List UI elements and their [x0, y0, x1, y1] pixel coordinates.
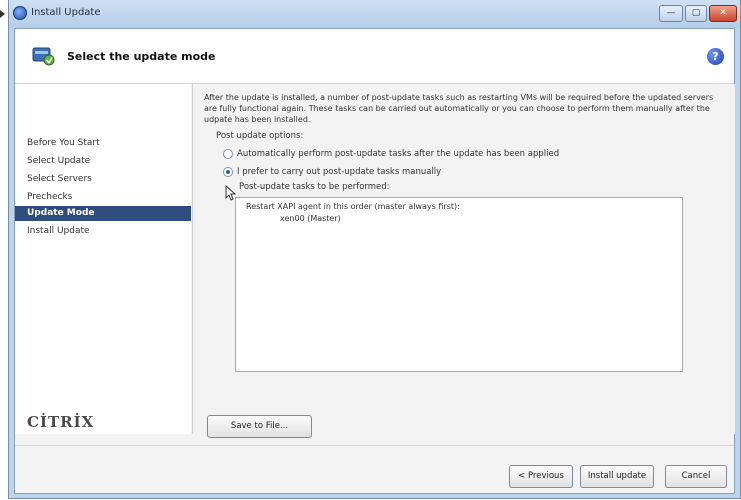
tasks-label: Post-update tasks to be performed: — [239, 182, 390, 192]
app-icon — [13, 6, 27, 20]
wizard-sidebar: Before You Start Select Update Select Se… — [15, 84, 191, 434]
manual-tasks-label: I prefer to carry out post-update tasks … — [237, 167, 442, 177]
post-update-options-label: Post update options: — [216, 131, 304, 141]
sidebar-item-install-update[interactable]: Install Update — [15, 224, 191, 239]
sidebar-item-select-servers[interactable]: Select Servers — [15, 172, 191, 187]
dialog-client: Select the update mode ? Before You Star… — [14, 28, 735, 494]
sidebar-item-update-mode[interactable]: Update Mode — [15, 206, 191, 221]
manual-tasks-radio[interactable] — [223, 167, 233, 177]
task-line: xen00 (Master) — [280, 214, 341, 223]
sidebar-item-select-update[interactable]: Select Update — [15, 154, 191, 169]
save-to-file-button[interactable]: Save to File... — [207, 415, 312, 438]
cancel-button[interactable]: Cancel — [665, 465, 727, 488]
minimize-button[interactable]: — — [659, 5, 683, 22]
footer-divider — [15, 445, 734, 446]
dialog-header: Select the update mode ? — [15, 29, 734, 84]
description-text: After the update is installed, a number … — [204, 93, 714, 124]
title-bar[interactable]: Install Update — ▢ ✕ — [9, 0, 740, 28]
tasks-textbox[interactable]: Restart XAPI agent in this order (master… — [235, 197, 683, 372]
sidebar-item-before-you-start[interactable]: Before You Start — [15, 136, 191, 151]
sidebar-item-prechecks[interactable]: Prechecks — [15, 190, 191, 205]
auto-tasks-radio[interactable] — [223, 149, 233, 159]
main-panel: After the update is installed, a number … — [192, 84, 735, 434]
pointer-arrow-icon — [0, 10, 5, 18]
maximize-button[interactable]: ▢ — [685, 5, 707, 22]
auto-tasks-label: Automatically perform post-update tasks … — [237, 149, 560, 159]
help-icon[interactable]: ? — [707, 48, 724, 65]
update-disk-icon — [32, 47, 55, 66]
previous-button[interactable]: < Previous — [509, 465, 573, 488]
task-line: Restart XAPI agent in this order (master… — [246, 202, 460, 211]
close-button[interactable]: ✕ — [709, 5, 737, 22]
citrix-logo: CİTRİX — [27, 413, 95, 431]
page-title: Select the update mode — [67, 50, 216, 63]
install-update-button[interactable]: Install update — [580, 465, 654, 488]
window-title: Install Update — [31, 7, 101, 18]
